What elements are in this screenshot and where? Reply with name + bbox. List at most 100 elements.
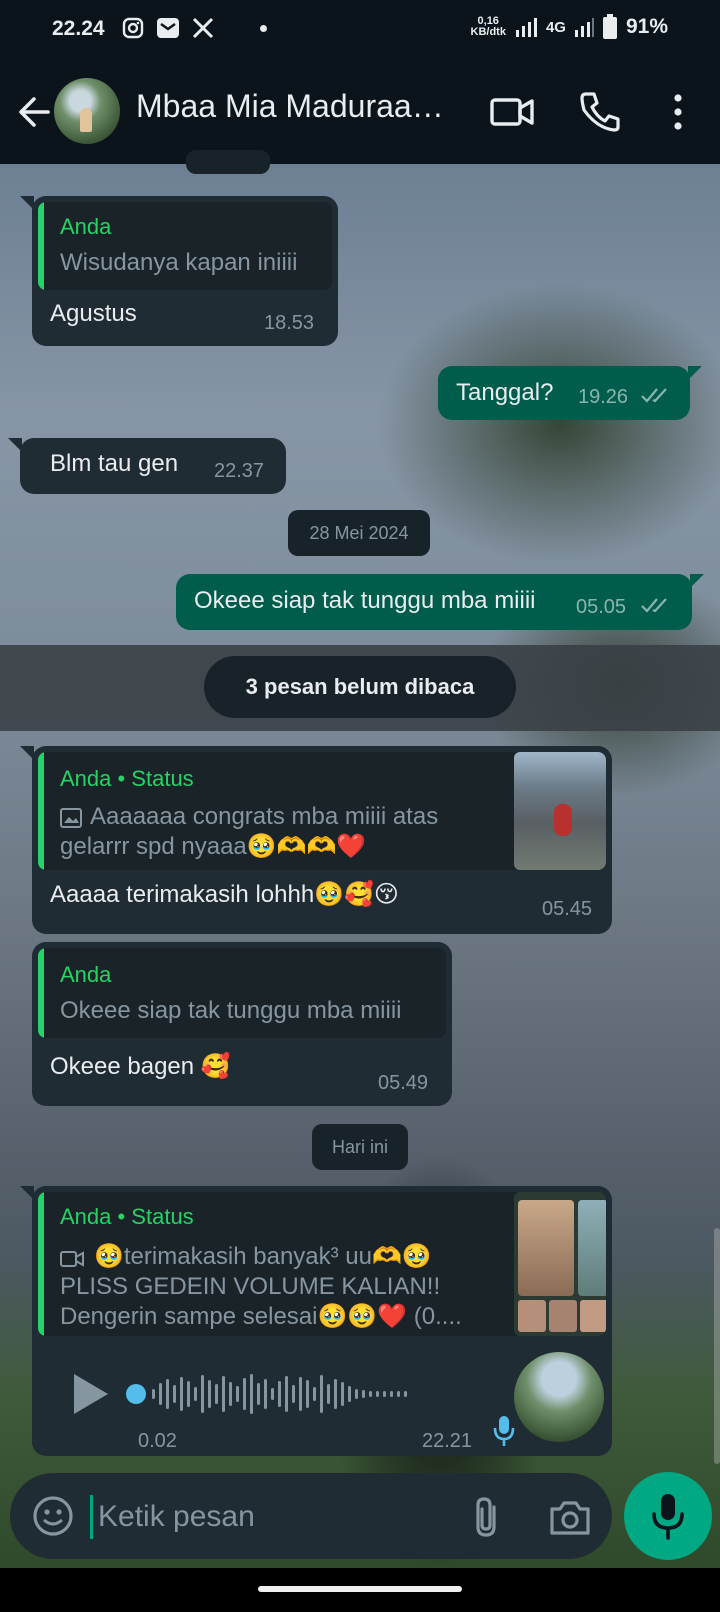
waveform-bar — [376, 1391, 379, 1397]
quote-text-line1: 🥹terimakasih banyak³ uu🫶🥹 — [94, 1243, 432, 1270]
status-thumbnail[interactable] — [514, 1192, 606, 1336]
bubble-tail — [20, 196, 34, 210]
contact-name[interactable]: Mbaa Mia Maduraa… — [136, 88, 456, 125]
video-call-icon[interactable] — [488, 88, 536, 136]
mic-icon — [652, 1494, 684, 1540]
status-bar: 22.24 0,16 KB/dtk 4G 91% — [0, 0, 720, 60]
quoted-message[interactable]: Anda Okeee siap tak tunggu mba miiii — [38, 948, 446, 1038]
thumbnail-figure — [554, 804, 572, 836]
waveform-bar — [369, 1391, 372, 1397]
waveform-bar — [187, 1381, 190, 1407]
message-time: 18.53 — [264, 312, 315, 334]
home-gesture-handle[interactable] — [258, 1586, 462, 1592]
voice-waveform[interactable] — [152, 1369, 472, 1419]
x-logo-icon — [192, 17, 214, 39]
waveform-bar — [313, 1387, 316, 1401]
waveform-bar — [299, 1377, 302, 1411]
more-notifications-dot — [260, 24, 267, 32]
message-time: 19.26 — [578, 386, 629, 408]
back-arrow-icon[interactable] — [14, 90, 54, 134]
voice-position: 0.02 — [138, 1430, 177, 1452]
waveform-bar — [257, 1383, 260, 1405]
waveform-bar — [180, 1377, 183, 1411]
waveform-bar — [166, 1379, 169, 1409]
contact-avatar[interactable] — [54, 78, 120, 144]
read-ticks-icon — [641, 388, 667, 403]
message-bubble-incoming[interactable]: Anda • Status 🥹terimakasih banyak³ uu🫶🥹 … — [20, 1186, 612, 1456]
text-caret — [90, 1495, 93, 1539]
message-composer — [10, 1473, 612, 1559]
sender-avatar — [514, 1352, 604, 1442]
date-pill-cut — [186, 150, 270, 174]
message-time: 22.21 — [422, 1430, 473, 1452]
quote-bar — [38, 752, 44, 870]
waveform-bar — [194, 1387, 197, 1401]
voice-progress-handle[interactable] — [126, 1384, 146, 1404]
quote-author: Anda • Status — [60, 1204, 194, 1229]
quote-bar — [38, 948, 44, 1038]
waveform-bar — [271, 1388, 274, 1400]
waveform-bar — [264, 1379, 267, 1409]
avatar-figure — [80, 108, 92, 132]
message-bubble-incoming[interactable]: Anda Wisudanya kapan iniiii Agustus 18.5… — [20, 196, 338, 346]
quote-text-line2: gelarrr spd nyaaa🥹🫶🫶❤️ — [60, 833, 367, 860]
quoted-status[interactable]: Anda • Status 🥹terimakasih banyak³ uu🫶🥹 … — [38, 1192, 606, 1336]
attach-icon[interactable] — [466, 1493, 506, 1541]
message-bubble-outgoing[interactable]: Okeee siap tak tunggu mba miiii 05.05 — [176, 574, 704, 630]
message-bubble-incoming[interactable]: Anda • Status Aaaaaaa congrats mba miiii… — [20, 746, 612, 934]
chat-header: Mbaa Mia Maduraa… — [0, 60, 720, 164]
quote-text-line3: Dengerin sampe selesai🥹🥹❤️ (0.... — [60, 1303, 462, 1330]
thumb-collage-1 — [518, 1300, 546, 1332]
quoted-message[interactable]: Anda Wisudanya kapan iniiii — [38, 202, 332, 290]
voice-record-button[interactable] — [624, 1472, 712, 1560]
message-text: Agustus — [50, 300, 137, 327]
notification-icons — [122, 17, 267, 39]
thumb-collage-side — [578, 1200, 606, 1296]
scrollbar[interactable] — [714, 1228, 720, 1464]
waveform-bar — [355, 1389, 358, 1399]
waveform-bar — [341, 1382, 344, 1406]
waveform-bar — [306, 1380, 309, 1408]
waveform-bar — [383, 1391, 386, 1397]
bubble-tail — [690, 574, 704, 588]
thumb-collage-3 — [580, 1300, 606, 1332]
date-pill: 28 Mei 2024 — [288, 510, 430, 556]
image-icon — [60, 808, 82, 828]
waveform-bar — [229, 1382, 232, 1406]
message-bubble-incoming[interactable]: Anda Okeee siap tak tunggu mba miiii Oke… — [32, 942, 452, 1106]
waveform-bar — [390, 1391, 393, 1397]
system-nav-bar — [0, 1568, 720, 1612]
waveform-bar — [404, 1391, 407, 1397]
read-ticks-icon — [641, 598, 667, 613]
more-vert-icon[interactable] — [654, 88, 702, 136]
play-icon[interactable] — [70, 1372, 110, 1416]
instagram-icon — [122, 17, 144, 39]
quote-author: Anda — [60, 962, 112, 987]
net-speed: 0,16 KB/dtk — [470, 15, 506, 38]
quote-bar — [38, 202, 44, 290]
message-bubble-outgoing[interactable]: Tanggal? 19.26 — [438, 366, 702, 420]
status-thumbnail[interactable] — [514, 752, 606, 870]
message-bubble-incoming[interactable]: Blm tau gen 22.37 — [8, 438, 286, 494]
status-right: 0,16 KB/dtk 4G 91% — [470, 14, 668, 40]
emoji-icon[interactable] — [30, 1493, 76, 1539]
network-type: 4G — [545, 18, 566, 36]
message-time: 05.49 — [378, 1072, 429, 1094]
waveform-bar — [159, 1383, 162, 1405]
quoted-status[interactable]: Anda • Status Aaaaaaa congrats mba miiii… — [38, 752, 606, 870]
waveform-bar — [348, 1386, 351, 1402]
mail-icon — [157, 18, 179, 38]
quote-bar — [38, 1192, 44, 1336]
message-time: 22.37 — [214, 460, 265, 482]
camera-icon[interactable] — [546, 1493, 594, 1541]
waveform-bar — [362, 1390, 365, 1398]
quote-author: Anda — [60, 214, 112, 239]
signal-2-icon — [574, 18, 594, 37]
waveform-bar — [215, 1384, 218, 1404]
message-text: Aaaaa terimakasih lohhh🥹🥰😚 — [50, 881, 399, 908]
waveform-bar — [320, 1375, 323, 1413]
waveform-bar — [222, 1376, 225, 1412]
phone-icon[interactable] — [576, 88, 624, 136]
waveform-bar — [173, 1385, 176, 1403]
message-input[interactable] — [98, 1493, 438, 1541]
